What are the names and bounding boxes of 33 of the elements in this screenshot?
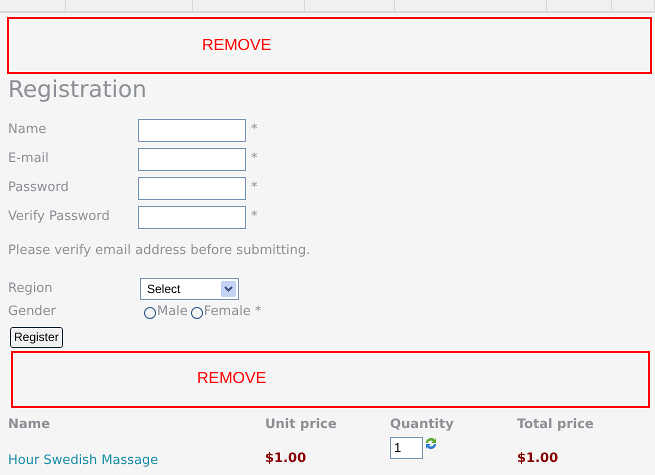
required-mark: * — [251, 121, 258, 140]
required-mark: * — [251, 179, 258, 198]
note-text: Please verify email address before submitting. — [8, 242, 312, 260]
required-mark: * — [251, 208, 258, 226]
column-header: Unit price — [265, 416, 337, 434]
radio-button[interactable] — [190, 307, 203, 319]
required-mark: * — [254, 302, 262, 321]
field-label: Gender — [8, 302, 57, 321]
column-header: Name — [8, 416, 50, 434]
column-header: Quantity — [390, 416, 454, 434]
text-field[interactable] — [138, 206, 246, 228]
refresh-icon[interactable] — [424, 436, 438, 450]
register-button[interactable]: Register — [10, 326, 63, 348]
quantity-field[interactable]: 1 — [390, 436, 423, 458]
notice-text: REMOVE — [197, 369, 266, 389]
radio-button[interactable] — [144, 307, 156, 319]
required-mark: * — [251, 150, 258, 168]
field-label: E-mail — [8, 150, 50, 168]
field-label: Name — [8, 121, 48, 140]
radio-label: Male — [157, 302, 188, 321]
field-label: Password — [8, 179, 70, 198]
text-field[interactable] — [138, 176, 246, 200]
radio-label: Female — [204, 302, 251, 321]
region-select[interactable]: Select — [140, 278, 239, 300]
field-label: Verify Password — [8, 208, 111, 226]
unit-price: $1.00 — [265, 450, 306, 468]
text-field[interactable] — [138, 148, 246, 170]
text-field[interactable] — [138, 118, 246, 142]
field-label: Region — [8, 280, 54, 298]
notice-text: REMOVE — [202, 36, 272, 56]
column-header: Total price — [517, 416, 594, 434]
total-price: $1.00 — [517, 450, 558, 468]
page-heading: Registration — [8, 76, 148, 105]
